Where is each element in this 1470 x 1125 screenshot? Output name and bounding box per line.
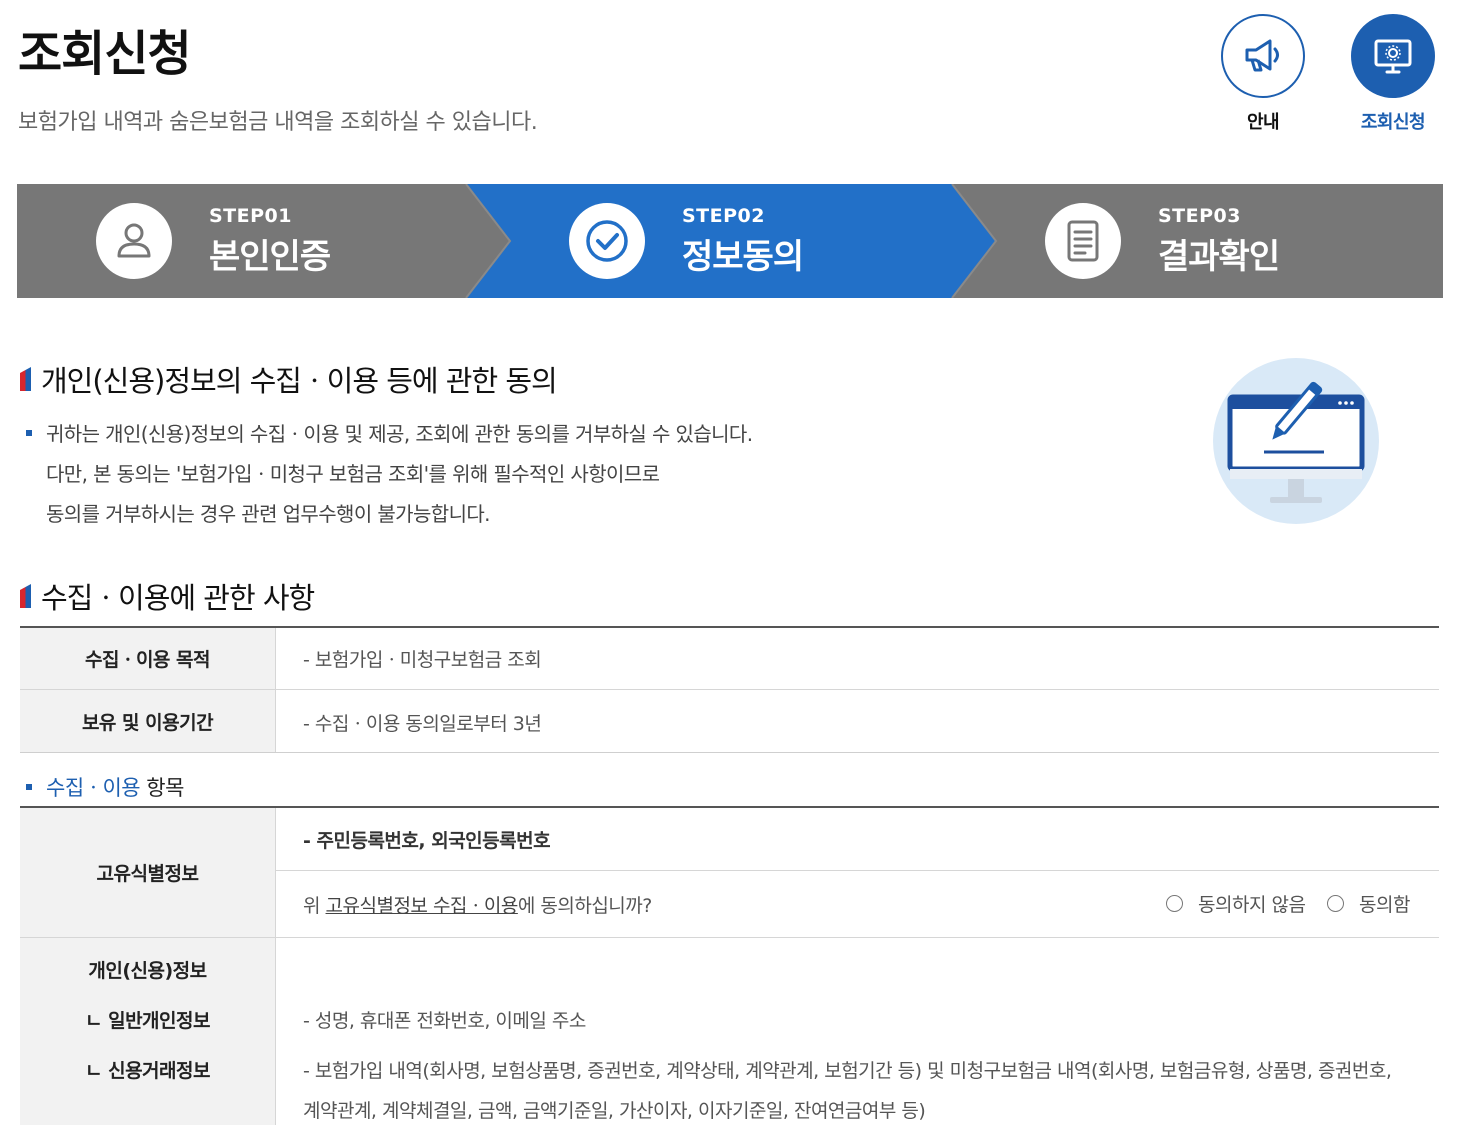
retention-value: - 수집ㆍ이용 동의일로부터 3년 (303, 713, 542, 735)
page-title: 조회신청 (18, 26, 192, 82)
row-divider (20, 752, 1439, 753)
table-divider (275, 808, 276, 1125)
inquiry-button[interactable]: 조회신청 (1351, 14, 1435, 134)
step-3: STEP03 결과확인 (1045, 184, 1280, 298)
radio-circle-icon[interactable] (1166, 895, 1183, 912)
credit-info-value-line2: 계약관계, 계약체결일, 금액, 금액기준일, 가산이자, 이자기준일, 잔여연… (303, 1100, 926, 1122)
agree-label[interactable]: 동의함 (1359, 890, 1410, 917)
step-1: STEP01 본인인증 (96, 184, 331, 298)
step-1-number: STEP01 (209, 204, 292, 227)
monitor-icon (1351, 14, 1435, 98)
section-marker-icon (20, 584, 31, 608)
items-subheading-blue: 수집ㆍ이용 (46, 776, 141, 800)
notice-line-2: 다만, 본 동의는 '보험가입ㆍ미청구 보험금 조회'를 위해 필수적인 사항이… (46, 462, 660, 486)
question-suffix: 에 동의하십니까? (517, 895, 653, 917)
step-1-name: 본인인증 (209, 236, 331, 277)
guide-button-label: 안내 (1246, 112, 1280, 133)
consent-section-title: 개인(신용)정보의 수집ㆍ이용 등에 관한 동의 (20, 358, 558, 400)
credit-info-value-line1: - 보험가입 내역(회사명, 보험상품명, 증권번호, 계약상태, 계약관계, … (303, 1060, 1392, 1082)
disagree-radio[interactable]: 동의하지 않음 (1166, 890, 1306, 917)
user-icon (96, 203, 172, 279)
purpose-header: 수집ㆍ이용 목적 (20, 628, 275, 689)
step-2-number: STEP02 (682, 204, 765, 227)
notice-line-3: 동의를 거부하시는 경우 관련 업무수행이 불가능합니다. (46, 502, 491, 526)
usage-section-title: 수집ㆍ이용에 관한 사항 (20, 575, 315, 617)
step-3-name: 결과확인 (1158, 236, 1280, 277)
document-icon (1045, 203, 1121, 279)
agree-radio[interactable]: 동의함 (1327, 890, 1410, 917)
purpose-value: - 보험가입ㆍ미청구보험금 조회 (303, 649, 542, 671)
check-icon (569, 203, 645, 279)
section-marker-icon (20, 367, 31, 391)
disagree-label[interactable]: 동의하지 않음 (1198, 890, 1306, 917)
monitor-pen-illustration (1212, 357, 1380, 529)
unique-id-header: 고유식별정보 (20, 808, 275, 937)
step-2-name: 정보동의 (682, 236, 804, 277)
guide-button[interactable]: 안내 (1221, 14, 1305, 134)
row-divider (276, 870, 1439, 871)
megaphone-icon (1221, 14, 1305, 98)
general-info-subheader: ㄴ 일반개인정보 (85, 1010, 210, 1032)
consent-title-text: 개인(신용)정보의 수집ㆍ이용 등에 관한 동의 (41, 364, 558, 398)
unique-id-value: - 주민등록번호, 외국인등록번호 (303, 830, 551, 852)
personal-info-header: 개인(신용)정보 (88, 960, 207, 982)
step-progress-bar: STEP01 본인인증 STEP02 정보동의 STEP03 결과확인 (17, 184, 1443, 298)
retention-header: 보유 및 이용기간 (20, 690, 275, 752)
bullet-icon (26, 784, 32, 790)
usage-title-text: 수집ㆍ이용에 관한 사항 (41, 581, 315, 615)
items-subheading: 수집ㆍ이용 항목 (26, 772, 184, 802)
question-prefix: 위 (303, 895, 326, 917)
step-2: STEP02 정보동의 (569, 184, 804, 298)
general-info-value: - 성명, 휴대폰 전화번호, 이메일 주소 (303, 1010, 586, 1032)
table-divider (275, 628, 276, 752)
consent-notice: 귀하는 개인(신용)정보의 수집ㆍ이용 및 제공, 조회에 관한 동의를 거부하… (26, 414, 753, 534)
radio-circle-icon[interactable] (1327, 895, 1344, 912)
unique-id-question: 위 고유식별정보 수집ㆍ이용에 동의하십니까? (303, 891, 652, 918)
unique-id-terms-link[interactable]: 고유식별정보 수집ㆍ이용 (326, 895, 519, 917)
notice-line-1: 귀하는 개인(신용)정보의 수집ㆍ이용 및 제공, 조회에 관한 동의를 거부하… (26, 414, 753, 454)
inquiry-button-label: 조회신청 (1360, 112, 1426, 133)
credit-info-subheader: ㄴ 신용거래정보 (85, 1060, 210, 1082)
step-3-number: STEP03 (1158, 204, 1241, 227)
page-subtitle: 보험가입 내역과 숨은보험금 내역을 조회하실 수 있습니다. (18, 110, 538, 135)
items-subheading-rest: 항목 (140, 776, 184, 800)
